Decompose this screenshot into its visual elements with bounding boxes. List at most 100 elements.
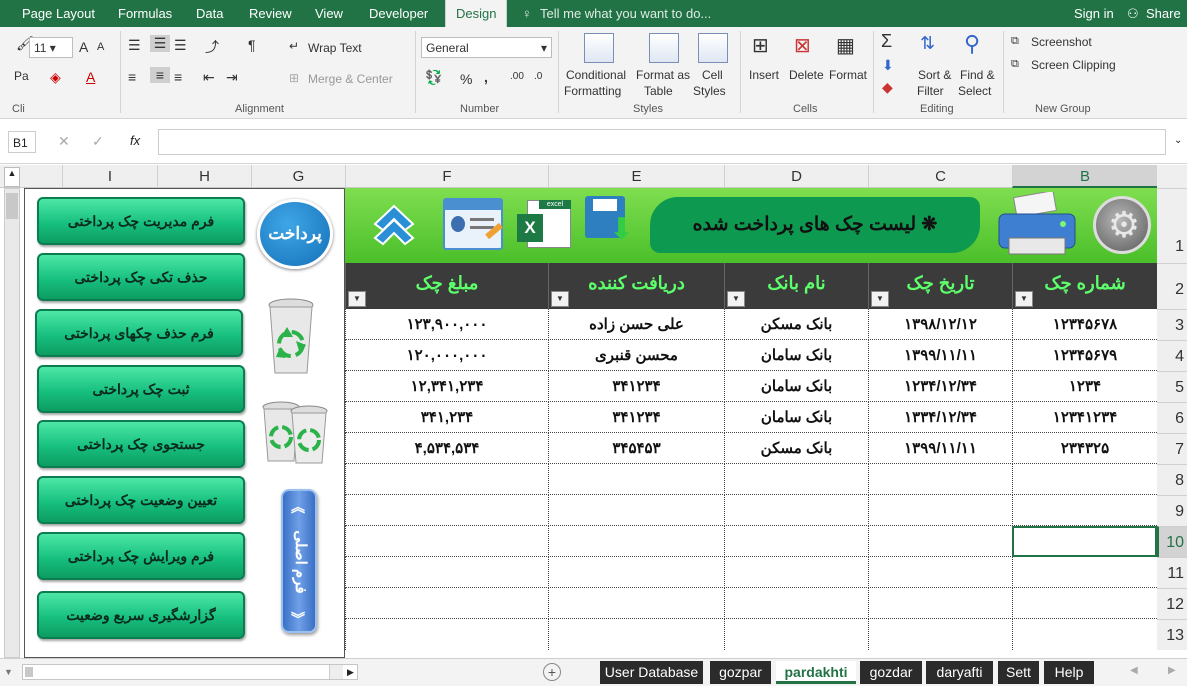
align-left-icon[interactable]: ≡: [128, 69, 136, 85]
cell-bank[interactable]: بانک سامان: [724, 340, 868, 371]
payment-sticker-icon[interactable]: پرداخت: [257, 199, 333, 269]
sheet-tab-pardakhti[interactable]: pardakhti: [776, 661, 856, 684]
tab-review[interactable]: Review: [249, 6, 292, 21]
filter-dropdown-icon[interactable]: ▼: [727, 291, 745, 307]
settings-gear-icon[interactable]: ⚙: [1093, 196, 1151, 254]
delete-cheques-form-button[interactable]: فرم حذف چکهای پرداختی: [35, 309, 243, 357]
cell-empty[interactable]: [868, 557, 1012, 588]
cell-cheque-number[interactable]: ۱۲۳۴۱۲۳۴: [1012, 402, 1157, 433]
conditional-formatting-label-1[interactable]: Conditional: [566, 68, 626, 82]
share-button[interactable]: Share: [1146, 6, 1181, 21]
sheet-tab-daryafti[interactable]: daryafti: [926, 661, 993, 684]
filter-dropdown-icon[interactable]: ▼: [551, 291, 569, 307]
filter-dropdown-icon[interactable]: ▼: [1015, 291, 1033, 307]
tell-me-search[interactable]: Tell me what you want to do...: [540, 6, 711, 21]
number-format-dropdown[interactable]: General ▾: [421, 37, 552, 58]
cell-cheque-number[interactable]: ۱۲۳۴۵۶۷۹: [1012, 340, 1157, 371]
autosum-icon[interactable]: Σ: [881, 31, 892, 52]
cell-empty[interactable]: [724, 495, 868, 526]
scrollbar-thumb[interactable]: [6, 193, 18, 219]
tab-data[interactable]: Data: [196, 6, 223, 21]
cell-amount[interactable]: ۱۲۰,۰۰۰,۰۰۰: [345, 340, 548, 371]
cell-empty[interactable]: [724, 619, 868, 650]
row-header-1[interactable]: 1: [1157, 188, 1187, 263]
screen-clipping-button[interactable]: Screen Clipping: [1031, 58, 1116, 72]
paste-button[interactable]: Pa: [14, 69, 29, 83]
search-cheque-button[interactable]: جستجوی چک پرداختی: [37, 420, 245, 468]
font-color-icon[interactable]: A: [86, 69, 95, 85]
cell-amount[interactable]: ۱۲۳,۹۰۰,۰۰۰: [345, 309, 548, 340]
cell-empty[interactable]: [724, 588, 868, 619]
cell-empty[interactable]: [1012, 464, 1157, 495]
cell-receiver[interactable]: ۳۴۱۲۳۴: [548, 402, 724, 433]
cell-amount[interactable]: ۳۴۱,۲۳۴: [345, 402, 548, 433]
column-header-g[interactable]: G: [251, 165, 345, 188]
find-select-label-1[interactable]: Find &: [960, 68, 995, 82]
cell-empty[interactable]: [1012, 619, 1157, 650]
row-header-4[interactable]: 4: [1157, 340, 1187, 371]
cell-empty[interactable]: [548, 557, 724, 588]
orientation-icon[interactable]: ⤴: [205, 37, 219, 57]
delete-button[interactable]: Delete: [789, 68, 824, 82]
comma-button[interactable]: ,: [484, 69, 488, 85]
align-bottom-icon[interactable]: ☰: [174, 37, 187, 54]
column-header-i[interactable]: I: [62, 165, 157, 188]
enter-icon[interactable]: ✓: [92, 133, 104, 150]
cell-cheque-number[interactable]: ۱۲۳۴۵۶۷۸: [1012, 309, 1157, 340]
cell-empty[interactable]: [868, 495, 1012, 526]
wrap-text-button[interactable]: Wrap Text: [308, 41, 362, 55]
cell-styles-label-1[interactable]: Cell: [702, 68, 723, 82]
align-top-icon[interactable]: ☰: [128, 37, 141, 54]
shrink-font-button[interactable]: A: [97, 41, 104, 53]
row-header-6[interactable]: 6: [1157, 402, 1187, 433]
cell-empty[interactable]: [724, 557, 868, 588]
main-form-button[interactable]: ︽ فرم اصلی ︾: [281, 489, 317, 633]
tab-view[interactable]: View: [315, 6, 343, 21]
increase-decimal-icon[interactable]: .00: [510, 71, 524, 82]
decrease-decimal-icon[interactable]: .0: [534, 71, 542, 82]
row-header-13[interactable]: 13: [1157, 619, 1187, 650]
rtl-icon[interactable]: ¶: [248, 37, 256, 53]
row-header-2[interactable]: 2: [1157, 263, 1187, 309]
find-select-label-2[interactable]: Select: [958, 84, 991, 98]
add-sheet-icon[interactable]: +: [543, 663, 561, 681]
quick-status-report-button[interactable]: گزارشگیری سریع وضعیت: [37, 591, 245, 639]
recycle-bins-icon[interactable]: [259, 399, 331, 465]
cell-amount[interactable]: ۴,۵۳۴,۵۳۴: [345, 433, 548, 464]
cell-empty[interactable]: [345, 557, 548, 588]
tab-design[interactable]: Design: [445, 0, 508, 27]
column-header-f[interactable]: F: [345, 165, 548, 188]
cancel-icon[interactable]: ✕: [58, 133, 70, 150]
vertical-scrollbar[interactable]: [4, 188, 20, 658]
fill-down-icon[interactable]: ⬇: [882, 57, 894, 74]
expand-formula-icon[interactable]: ⌄: [1174, 135, 1182, 146]
edit-cheque-form-button[interactable]: فرم ویرایش چک پرداختی: [37, 532, 245, 580]
row-header-5[interactable]: 5: [1157, 371, 1187, 402]
sheet-tab-help[interactable]: Help: [1044, 661, 1094, 684]
tab-page-layout[interactable]: Page Layout: [22, 6, 95, 21]
row-header-3[interactable]: 3: [1157, 309, 1187, 340]
selected-cell-b10[interactable]: [1012, 526, 1157, 557]
filter-dropdown-icon[interactable]: ▼: [871, 291, 889, 307]
cell-empty[interactable]: [345, 495, 548, 526]
delete-single-cheque-button[interactable]: حذف تکی چک پرداختی: [37, 253, 245, 301]
screenshot-button[interactable]: Screenshot: [1031, 35, 1092, 49]
horizontal-scrollbar[interactable]: ▶: [22, 664, 358, 680]
formula-input[interactable]: [158, 129, 1166, 155]
cell-date[interactable]: ۱۳۳۴/۱۲/۳۴: [868, 402, 1012, 433]
align-center-icon[interactable]: ≡: [150, 67, 170, 83]
printer-icon[interactable]: [993, 190, 1081, 258]
cell-receiver[interactable]: ۳۴۱۲۳۴: [548, 371, 724, 402]
currency-icon[interactable]: 💱: [425, 69, 442, 86]
cell-empty[interactable]: [345, 464, 548, 495]
format-as-table-label-1[interactable]: Format as: [636, 68, 690, 82]
insert-button[interactable]: Insert: [749, 68, 779, 82]
cell-bank[interactable]: بانک مسکن: [724, 309, 868, 340]
cell-cheque-number[interactable]: ۲۳۴۳۲۵: [1012, 433, 1157, 464]
cell-bank[interactable]: بانک سامان: [724, 371, 868, 402]
cell-receiver[interactable]: علی حسن زاده: [548, 309, 724, 340]
scrollbar-segment[interactable]: [329, 665, 343, 679]
sheet-tab-gozdar[interactable]: gozdar: [860, 661, 922, 684]
column-header-b[interactable]: B: [1012, 165, 1157, 188]
manage-paid-cheque-form-button[interactable]: فرم مدیریت چک پرداختی: [37, 197, 245, 245]
